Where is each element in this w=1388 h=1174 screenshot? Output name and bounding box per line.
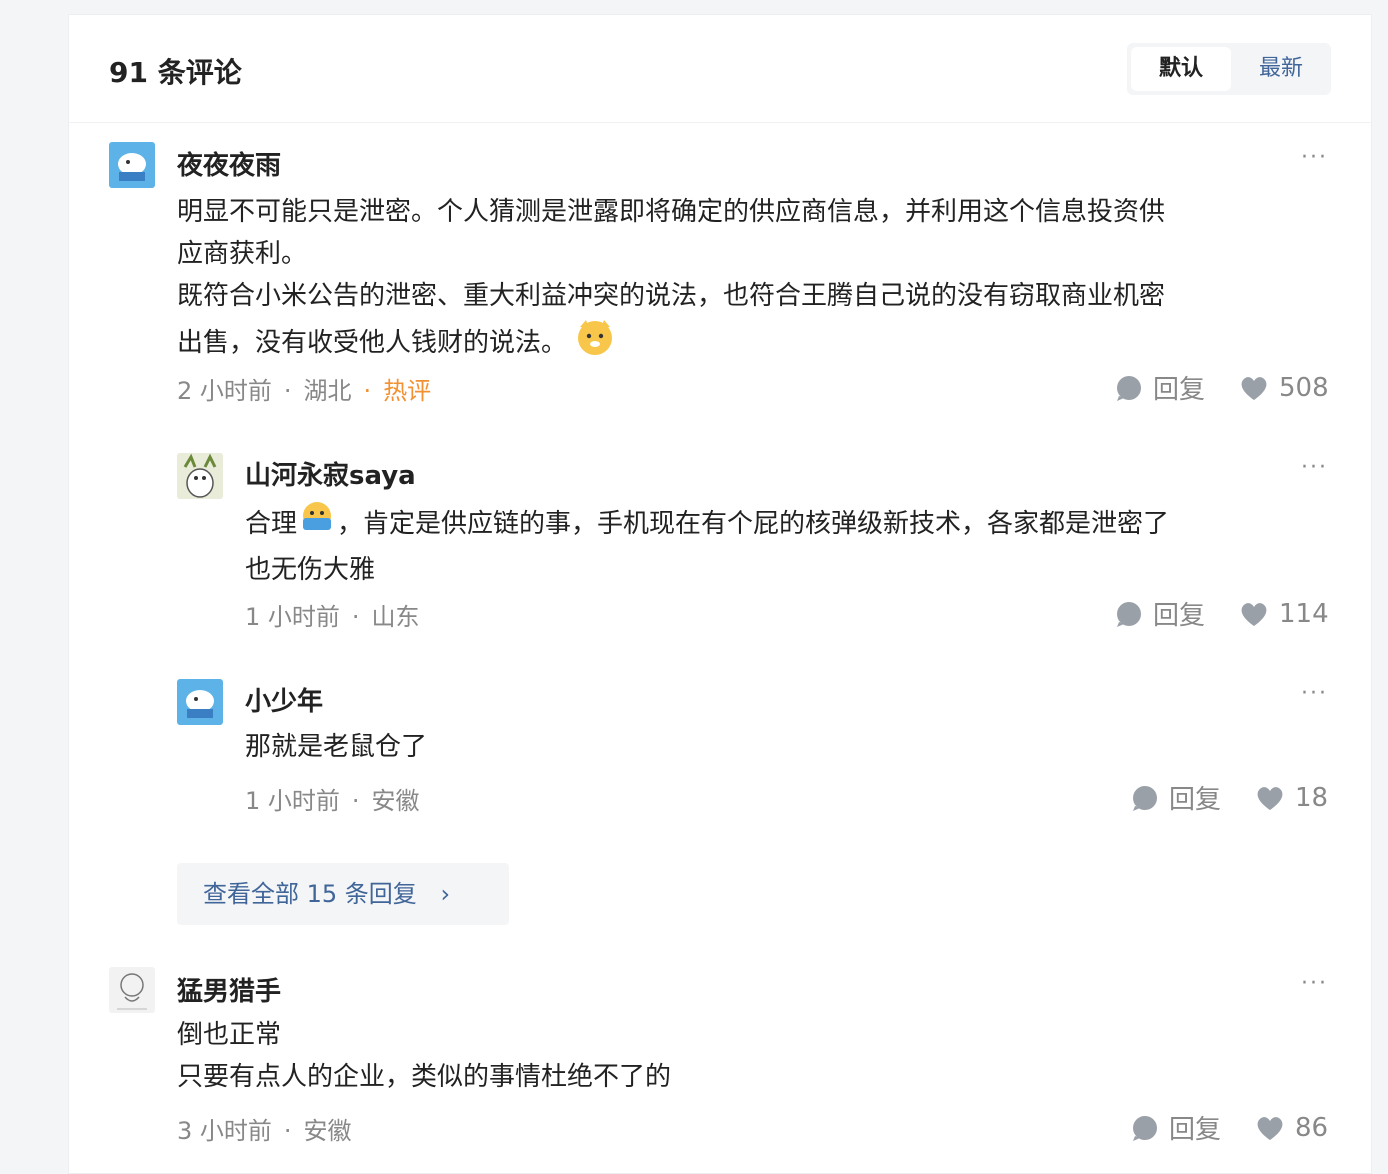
reply-actions: 回复 18 — [1131, 779, 1328, 816]
comment-time: 3 小时前 — [177, 1117, 272, 1145]
sort-latest-tab[interactable]: 最新 — [1231, 47, 1331, 91]
comment-count-title: 91 条评论 — [109, 56, 242, 89]
view-all-label: 查看全部 15 条回复 — [203, 880, 417, 908]
content-line: 只要有点人的企业，类似的事情杜绝不了的 — [177, 1062, 672, 1092]
view-all-replies-button[interactable]: 查看全部 15 条回复 › — [177, 863, 509, 925]
content-line: 明显不可能只是泄密。个人猜测是泄露即将确定的供应商信息，并利用这个信息投资供 — [177, 197, 1166, 227]
sort-default-tab[interactable]: 默认 — [1131, 47, 1231, 91]
reply-username[interactable]: 小少年 — [245, 681, 323, 718]
reply-label: 回复 — [1153, 375, 1206, 405]
like-button[interactable]: 114 — [1239, 599, 1329, 629]
more-options-icon[interactable]: ··· — [1301, 145, 1328, 170]
reply-time: 1 小时前 — [245, 787, 340, 815]
reply-button[interactable]: 回复 — [1115, 369, 1205, 406]
comment-meta: 2 小时前 · 湖北 · 热评 — [177, 377, 432, 405]
content-line: 也无伤大雅 — [245, 555, 376, 585]
like-count: 18 — [1295, 782, 1329, 813]
like-button[interactable]: 508 — [1239, 373, 1329, 403]
comment-username[interactable]: 猛男猎手 — [177, 971, 281, 1008]
comments-header: 91 条评论 默认 最新 — [69, 15, 1371, 123]
reply-label: 回复 — [1153, 601, 1206, 631]
reply-username[interactable]: 山河永寂saya — [245, 455, 416, 492]
reply-label: 回复 — [1169, 1115, 1222, 1145]
reply-button[interactable]: 回复 — [1131, 779, 1221, 816]
heart-icon — [1257, 786, 1283, 810]
comment-meta: 3 小时前 · 安徽 — [177, 1117, 352, 1145]
emoji-icon — [297, 500, 337, 549]
comment-bubble-icon — [1117, 601, 1141, 627]
comment-content: 倒也正常 只要有点人的企业，类似的事情杜绝不了的 — [177, 1014, 1337, 1098]
reply-meta: 1 小时前 · 安徽 — [245, 787, 420, 815]
content-line: 合理 — [245, 509, 298, 539]
more-options-icon[interactable]: ··· — [1301, 681, 1328, 706]
comments-panel: 91 条评论 默认 最新 夜夜夜雨 ··· 明显不可能只是泄密。个人猜测是泄露即… — [68, 14, 1372, 1174]
reply-time: 1 小时前 — [245, 603, 340, 631]
more-options-icon[interactable]: ··· — [1301, 971, 1328, 996]
reply-content: 那就是老鼠仓了 — [245, 726, 1335, 768]
comment-username[interactable]: 夜夜夜雨 — [177, 145, 281, 182]
reply-location: 安徽 — [371, 787, 420, 815]
comment-actions: 回复 86 — [1131, 1109, 1328, 1146]
reply-content: 合理 ，肯定是供应链的事，手机现在有个屁的核弹级新技术，各家都是泄密了 也无伤大雅 — [245, 500, 1335, 591]
content-line: 倒也正常 — [177, 1020, 282, 1050]
heart-icon — [1241, 602, 1267, 626]
content-line: ，肯定是供应链的事，手机现在有个屁的核弹级新技术，各家都是泄密了 — [337, 509, 1170, 539]
reply-actions: 回复 114 — [1115, 595, 1329, 632]
like-count: 86 — [1295, 1112, 1329, 1143]
chevron-right-icon: › — [440, 880, 451, 908]
comment-bubble-icon — [1133, 785, 1157, 811]
avatar[interactable] — [109, 142, 155, 188]
comment-time: 2 小时前 — [177, 377, 272, 405]
like-count: 508 — [1279, 372, 1329, 403]
like-count: 114 — [1279, 598, 1329, 629]
sort-tabs: 默认 最新 — [1127, 43, 1331, 95]
emoji-cat-icon — [575, 317, 615, 370]
reply-label: 回复 — [1169, 785, 1222, 815]
reply-button[interactable]: 回复 — [1115, 595, 1205, 632]
avatar[interactable] — [109, 967, 155, 1013]
comment-location: 安徽 — [303, 1117, 352, 1145]
more-options-icon[interactable]: ··· — [1301, 455, 1328, 480]
avatar[interactable] — [177, 679, 223, 725]
comment-bubble-icon — [1117, 375, 1141, 401]
comment-actions: 回复 508 — [1115, 369, 1329, 406]
heart-icon — [1241, 376, 1267, 400]
reply-meta: 1 小时前 · 山东 — [245, 603, 420, 631]
reply-button[interactable]: 回复 — [1131, 1109, 1221, 1146]
content-line: 既符合小米公告的泄密、重大利益冲突的说法，也符合王腾自己说的没有窃取商业机密 — [177, 281, 1166, 311]
comment-bubble-icon — [1133, 1115, 1157, 1141]
hot-comment-badge: 热评 — [383, 377, 432, 405]
comment-location: 湖北 — [303, 377, 352, 405]
comment-content: 明显不可能只是泄密。个人猜测是泄露即将确定的供应商信息，并利用这个信息投资供 应… — [177, 191, 1337, 370]
like-button[interactable]: 18 — [1255, 783, 1328, 813]
avatar[interactable] — [177, 453, 223, 499]
content-line: 那就是老鼠仓了 — [245, 732, 428, 762]
content-line: 应商获利。 — [177, 239, 308, 269]
content-line: 出售，没有收受他人钱财的说法。 — [177, 328, 568, 358]
like-button[interactable]: 86 — [1255, 1113, 1328, 1143]
reply-location: 山东 — [371, 603, 420, 631]
heart-icon — [1257, 1116, 1283, 1140]
